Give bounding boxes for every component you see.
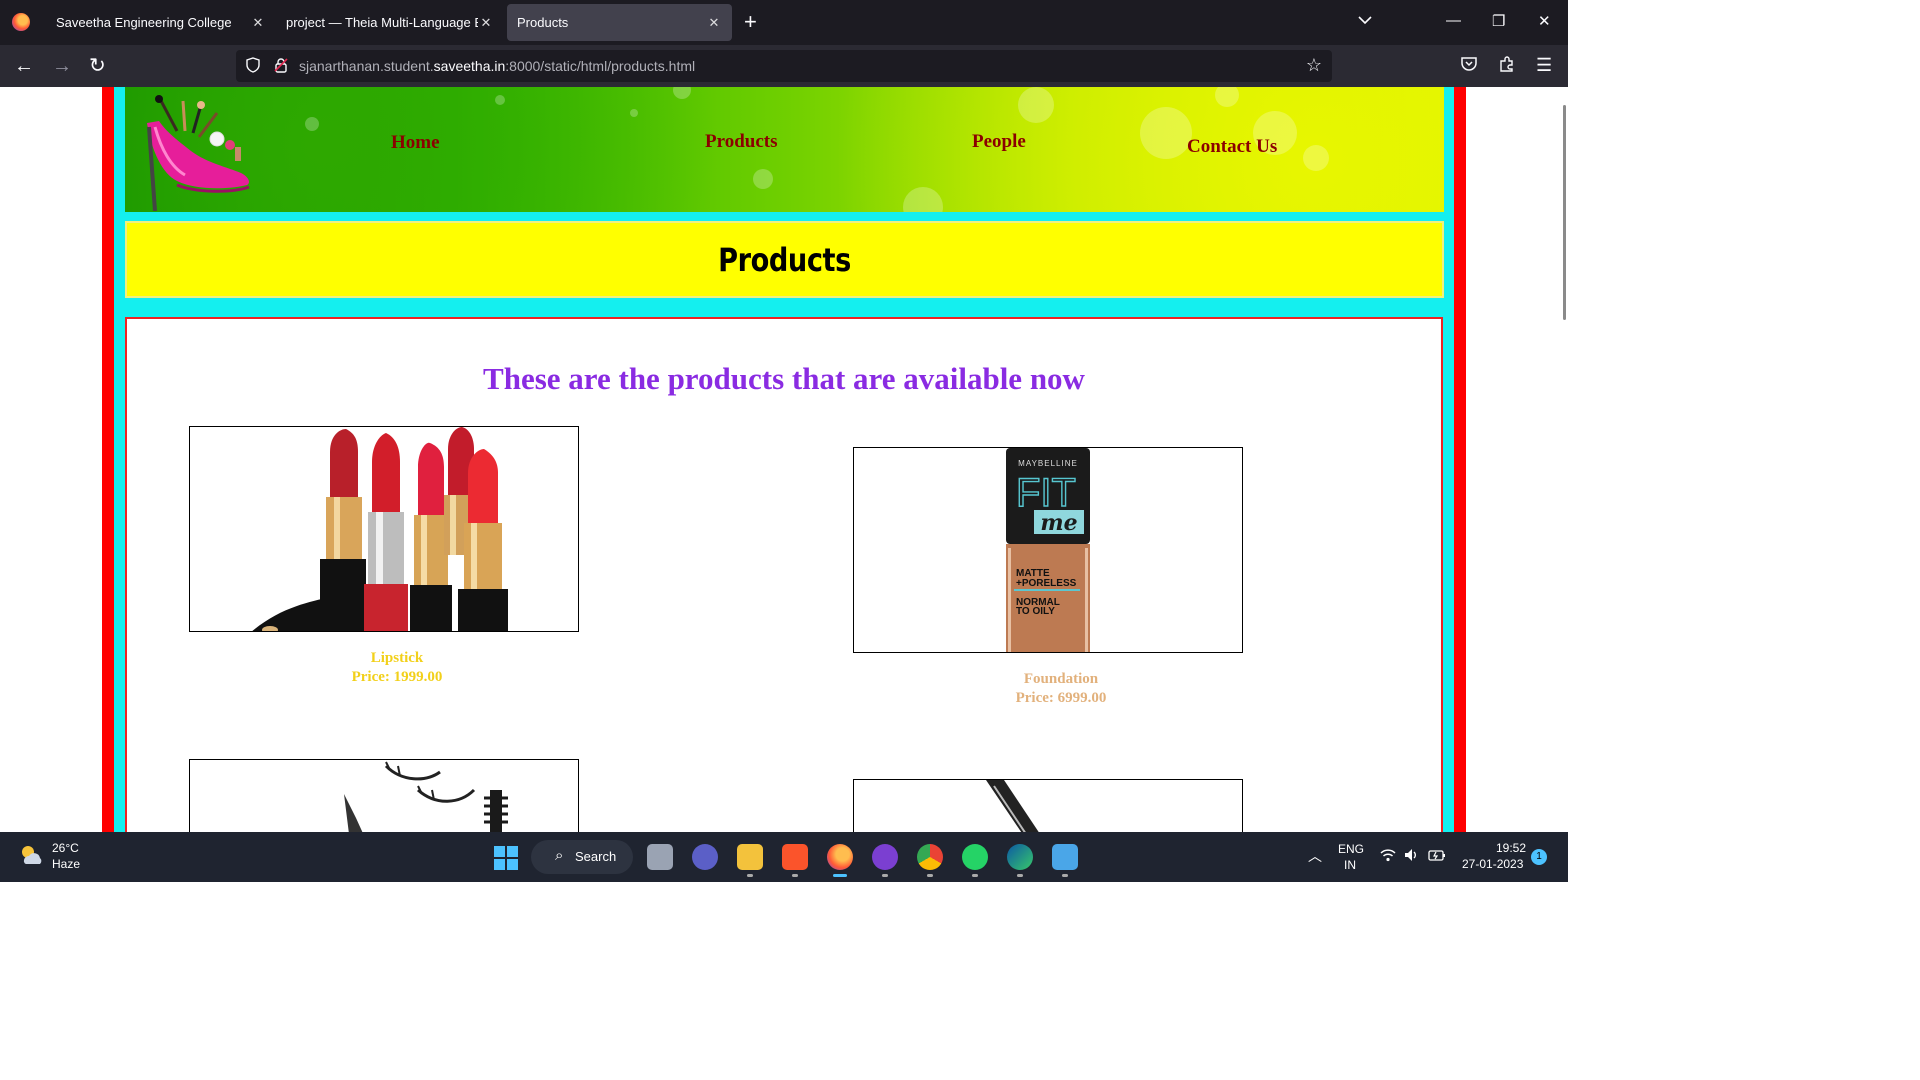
tab-title: project — Theia Multi-Language Ex xyxy=(286,15,478,30)
chevron-down-icon[interactable] xyxy=(1358,12,1372,28)
windows-start-icon[interactable] xyxy=(494,846,518,870)
close-icon[interactable]: ✕ xyxy=(706,15,722,31)
search-label: Search xyxy=(575,849,617,864)
pocket-icon[interactable] xyxy=(1460,55,1478,78)
notepad-icon[interactable] xyxy=(1052,844,1078,877)
lipstick-image[interactable] xyxy=(189,426,579,632)
whatsapp-icon[interactable] xyxy=(962,844,988,877)
foundation-caption: Foundation Price: 6999.00 xyxy=(961,670,1161,708)
menu-icon[interactable]: ☰ xyxy=(1536,55,1552,76)
title-band: Products xyxy=(125,221,1444,298)
back-arrow-icon[interactable]: ← xyxy=(14,55,34,77)
nav-contact-us[interactable]: Contact Us xyxy=(1187,136,1277,158)
close-icon[interactable]: ✕ xyxy=(250,15,266,31)
file-explorer-icon[interactable] xyxy=(737,844,763,877)
foundation-brand: MAYBELLINE xyxy=(1018,459,1078,468)
shoe-makeup-logo xyxy=(147,95,250,211)
clock-date[interactable]: 27-01-2023 xyxy=(1462,857,1523,871)
products-section: These are the products that are availabl… xyxy=(125,317,1443,832)
foundation-line2: me xyxy=(1040,510,1077,536)
eye-makeup-image[interactable] xyxy=(189,759,579,832)
foundation-line6: TO OILY xyxy=(1016,606,1055,617)
nav-home[interactable]: Home xyxy=(391,132,440,154)
nav-products[interactable]: Products xyxy=(705,131,777,153)
bookmark-star-icon[interactable]: ☆ xyxy=(1306,55,1322,76)
tab-title: Saveetha Engineering College xyxy=(56,15,232,30)
task-view-icon[interactable] xyxy=(647,844,673,870)
volume-icon[interactable] xyxy=(1404,848,1418,865)
private-browser-icon[interactable] xyxy=(872,844,898,877)
wifi-icon[interactable] xyxy=(1380,848,1396,865)
weather-condition[interactable]: Haze xyxy=(52,857,80,871)
windows-taskbar: 26°C Haze ⌕ Search ︿ ENG IN 19:52 27-01-… xyxy=(0,832,1568,882)
language-eng[interactable]: ENG xyxy=(1338,842,1364,856)
foundation-image[interactable]: MAYBELLINE FIT me MATTE +PORELESS NORMAL… xyxy=(853,447,1243,653)
clock-time[interactable]: 19:52 xyxy=(1496,841,1526,855)
tab-products[interactable]: Products ✕ xyxy=(507,4,732,41)
reload-icon[interactable]: ↻ xyxy=(89,55,106,77)
brush-image[interactable] xyxy=(853,779,1243,832)
new-tab-icon[interactable]: + xyxy=(744,10,757,34)
products-heading: These are the products that are availabl… xyxy=(483,361,1085,396)
browser-nav-bar: ← → ↻ sjanarthanan.student.saveetha.in:8… xyxy=(0,45,1568,87)
page-title: Products xyxy=(718,241,851,279)
lipstick-caption: Lipstick Price: 1999.00 xyxy=(297,649,497,687)
url-bar[interactable]: sjanarthanan.student.saveetha.in:8000/st… xyxy=(236,50,1332,82)
nav-people[interactable]: People xyxy=(972,131,1026,153)
teams-chat-icon[interactable] xyxy=(692,844,718,870)
product-price: Price: 1999.00 xyxy=(351,669,443,685)
product-name: Foundation xyxy=(1023,671,1099,687)
chrome-icon[interactable] xyxy=(917,844,943,877)
restore-icon[interactable]: ❐ xyxy=(1492,12,1505,30)
product-name: Lipstick xyxy=(370,650,424,666)
url-prefix: sjanarthanan.student. xyxy=(299,58,434,74)
edge-icon[interactable] xyxy=(1007,844,1033,877)
extensions-icon[interactable] xyxy=(1498,55,1516,78)
minimize-icon[interactable]: — xyxy=(1446,12,1461,29)
battery-icon[interactable] xyxy=(1428,848,1446,865)
language-in[interactable]: IN xyxy=(1344,858,1356,872)
weather-haze-icon[interactable] xyxy=(18,844,44,866)
page-viewport: Home Products People Contact Us Products… xyxy=(0,87,1568,832)
forward-arrow-icon[interactable]: → xyxy=(52,55,72,77)
browser-tab-bar: Saveetha Engineering College ✕ project —… xyxy=(0,0,1568,45)
close-window-icon[interactable]: ✕ xyxy=(1538,12,1551,30)
page-scrollbar[interactable] xyxy=(1563,105,1566,320)
notification-badge[interactable]: 1 xyxy=(1531,849,1547,865)
firefox-taskbar-icon[interactable] xyxy=(827,844,853,877)
chevron-up-icon[interactable]: ︿ xyxy=(1308,846,1322,866)
foundation-line1: FIT xyxy=(1016,471,1076,515)
site-header: Home Products People Contact Us xyxy=(125,87,1444,212)
shield-icon[interactable] xyxy=(245,57,261,77)
firefox-icon[interactable] xyxy=(12,13,30,31)
url-domain: saveetha.in xyxy=(433,58,506,74)
weather-temp[interactable]: 26°C xyxy=(52,841,79,855)
url-text[interactable]: sjanarthanan.student.saveetha.in:8000/st… xyxy=(299,58,695,74)
close-icon[interactable]: ✕ xyxy=(478,15,494,31)
taskbar-search[interactable]: ⌕ Search xyxy=(531,840,633,874)
search-icon: ⌕ xyxy=(555,847,564,864)
tab-title: Products xyxy=(517,15,569,30)
brave-icon[interactable] xyxy=(782,844,808,877)
tab-theia[interactable]: project — Theia Multi-Language Ex ✕ xyxy=(276,4,504,41)
foundation-line4: +PORELESS xyxy=(1016,578,1077,589)
url-suffix: :8000/static/html/products.html xyxy=(505,58,696,74)
product-price: Price: 6999.00 xyxy=(1015,690,1107,706)
lock-icon[interactable] xyxy=(273,57,289,77)
tab-saveetha[interactable]: Saveetha Engineering College ✕ xyxy=(46,4,276,41)
